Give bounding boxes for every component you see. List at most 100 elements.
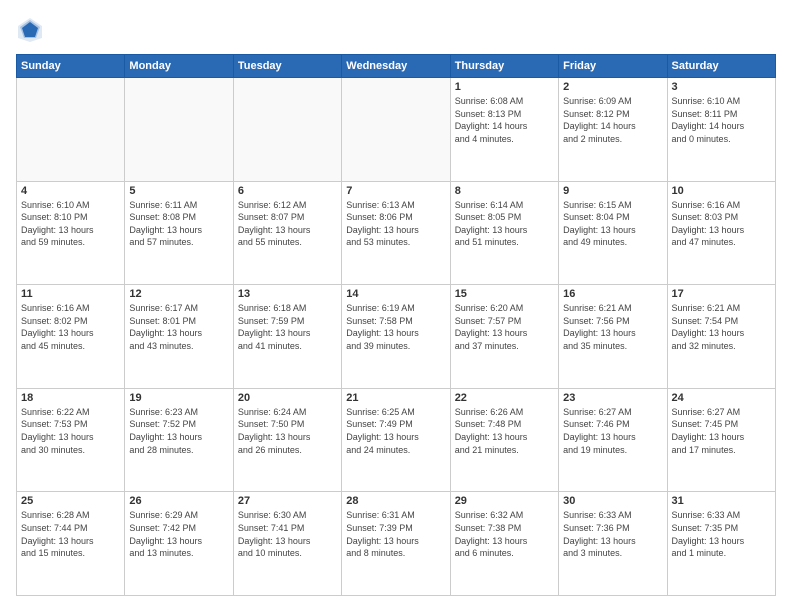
calendar-cell: 5 Sunrise: 6:11 AM Sunset: 8:08 PM Daylig… xyxy=(125,181,233,285)
calendar-cell: 10 Sunrise: 6:16 AM Sunset: 8:03 PM Dayli… xyxy=(667,181,775,285)
day-info: Sunrise: 6:12 AM Sunset: 8:07 PM Dayligh… xyxy=(238,199,337,249)
day-number: 13 xyxy=(238,288,337,300)
calendar-cell: 17 Sunrise: 6:21 AM Sunset: 7:54 PM Dayli… xyxy=(667,285,775,389)
day-info: Sunrise: 6:28 AM Sunset: 7:44 PM Dayligh… xyxy=(21,509,120,559)
weekday-header: Thursday xyxy=(450,55,558,78)
calendar-cell: 19 Sunrise: 6:23 AM Sunset: 7:52 PM Dayli… xyxy=(125,388,233,492)
day-info: Sunrise: 6:30 AM Sunset: 7:41 PM Dayligh… xyxy=(238,509,337,559)
day-number: 18 xyxy=(21,392,120,404)
weekday-header: Monday xyxy=(125,55,233,78)
calendar-cell: 2 Sunrise: 6:09 AM Sunset: 8:12 PM Daylig… xyxy=(559,78,667,182)
calendar-cell: 1 Sunrise: 6:08 AM Sunset: 8:13 PM Daylig… xyxy=(450,78,558,182)
calendar-cell: 18 Sunrise: 6:22 AM Sunset: 7:53 PM Dayli… xyxy=(17,388,125,492)
day-info: Sunrise: 6:25 AM Sunset: 7:49 PM Dayligh… xyxy=(346,406,445,456)
day-info: Sunrise: 6:14 AM Sunset: 8:05 PM Dayligh… xyxy=(455,199,554,249)
calendar-cell: 8 Sunrise: 6:14 AM Sunset: 8:05 PM Daylig… xyxy=(450,181,558,285)
weekday-header: Tuesday xyxy=(233,55,341,78)
calendar-cell: 16 Sunrise: 6:21 AM Sunset: 7:56 PM Dayli… xyxy=(559,285,667,389)
day-number: 7 xyxy=(346,185,445,197)
day-number: 8 xyxy=(455,185,554,197)
day-info: Sunrise: 6:10 AM Sunset: 8:11 PM Dayligh… xyxy=(672,95,771,145)
day-number: 2 xyxy=(563,81,662,93)
calendar-cell: 13 Sunrise: 6:18 AM Sunset: 7:59 PM Dayli… xyxy=(233,285,341,389)
calendar-cell: 15Sunrise: 6:20 AM Sunset: 7:57 PM Dayli… xyxy=(450,285,558,389)
weekday-row: SundayMondayTuesdayWednesdayThursdayFrid… xyxy=(17,55,776,78)
day-info: Sunrise: 6:10 AM Sunset: 8:10 PM Dayligh… xyxy=(21,199,120,249)
day-number: 29 xyxy=(455,495,554,507)
logo-icon xyxy=(16,16,44,44)
day-info: Sunrise: 6:27 AM Sunset: 7:46 PM Dayligh… xyxy=(563,406,662,456)
calendar-cell: 24Sunrise: 6:27 AM Sunset: 7:45 PM Dayli… xyxy=(667,388,775,492)
day-info: Sunrise: 6:20 AM Sunset: 7:57 PM Dayligh… xyxy=(455,302,554,352)
day-info: Sunrise: 6:16 AM Sunset: 8:03 PM Dayligh… xyxy=(672,199,771,249)
day-info: Sunrise: 6:21 AM Sunset: 7:56 PM Dayligh… xyxy=(563,302,662,352)
day-number: 16 xyxy=(563,288,662,300)
day-info: Sunrise: 6:15 AM Sunset: 8:04 PM Dayligh… xyxy=(563,199,662,249)
weekday-header: Wednesday xyxy=(342,55,450,78)
day-number: 23 xyxy=(563,392,662,404)
day-number: 10 xyxy=(672,185,771,197)
calendar-week-row: 11 Sunrise: 6:16 AM Sunset: 8:02 PM Dayli… xyxy=(17,285,776,389)
calendar-cell: 21 Sunrise: 6:25 AM Sunset: 7:49 PM Dayli… xyxy=(342,388,450,492)
calendar-cell: 23 Sunrise: 6:27 AM Sunset: 7:46 PM Dayli… xyxy=(559,388,667,492)
day-info: Sunrise: 6:32 AM Sunset: 7:38 PM Dayligh… xyxy=(455,509,554,559)
day-number: 14 xyxy=(346,288,445,300)
day-number: 11 xyxy=(21,288,120,300)
day-number: 17 xyxy=(672,288,771,300)
calendar-cell: 11 Sunrise: 6:16 AM Sunset: 8:02 PM Dayli… xyxy=(17,285,125,389)
day-number: 21 xyxy=(346,392,445,404)
calendar-cell: 6 Sunrise: 6:12 AM Sunset: 8:07 PM Daylig… xyxy=(233,181,341,285)
calendar-cell: 31Sunrise: 6:33 AM Sunset: 7:35 PM Dayli… xyxy=(667,492,775,596)
calendar-cell: 7 Sunrise: 6:13 AM Sunset: 8:06 PM Daylig… xyxy=(342,181,450,285)
day-info: Sunrise: 6:24 AM Sunset: 7:50 PM Dayligh… xyxy=(238,406,337,456)
day-info: Sunrise: 6:33 AM Sunset: 7:35 PM Dayligh… xyxy=(672,509,771,559)
day-info: Sunrise: 6:09 AM Sunset: 8:12 PM Dayligh… xyxy=(563,95,662,145)
day-info: Sunrise: 6:08 AM Sunset: 8:13 PM Dayligh… xyxy=(455,95,554,145)
day-number: 5 xyxy=(129,185,228,197)
day-info: Sunrise: 6:26 AM Sunset: 7:48 PM Dayligh… xyxy=(455,406,554,456)
day-info: Sunrise: 6:13 AM Sunset: 8:06 PM Dayligh… xyxy=(346,199,445,249)
day-number: 1 xyxy=(455,81,554,93)
day-number: 6 xyxy=(238,185,337,197)
weekday-header: Saturday xyxy=(667,55,775,78)
day-info: Sunrise: 6:23 AM Sunset: 7:52 PM Dayligh… xyxy=(129,406,228,456)
day-number: 30 xyxy=(563,495,662,507)
calendar-cell xyxy=(233,78,341,182)
day-info: Sunrise: 6:17 AM Sunset: 8:01 PM Dayligh… xyxy=(129,302,228,352)
day-info: Sunrise: 6:21 AM Sunset: 7:54 PM Dayligh… xyxy=(672,302,771,352)
day-info: Sunrise: 6:22 AM Sunset: 7:53 PM Dayligh… xyxy=(21,406,120,456)
page: SundayMondayTuesdayWednesdayThursdayFrid… xyxy=(0,0,792,612)
calendar-cell: 20 Sunrise: 6:24 AM Sunset: 7:50 PM Dayli… xyxy=(233,388,341,492)
calendar-cell xyxy=(125,78,233,182)
calendar-body: 1 Sunrise: 6:08 AM Sunset: 8:13 PM Daylig… xyxy=(17,78,776,596)
calendar-cell: 30Sunrise: 6:33 AM Sunset: 7:36 PM Dayli… xyxy=(559,492,667,596)
calendar-header: SundayMondayTuesdayWednesdayThursdayFrid… xyxy=(17,55,776,78)
day-number: 25 xyxy=(21,495,120,507)
weekday-header: Friday xyxy=(559,55,667,78)
day-info: Sunrise: 6:11 AM Sunset: 8:08 PM Dayligh… xyxy=(129,199,228,249)
calendar-week-row: 18 Sunrise: 6:22 AM Sunset: 7:53 PM Dayli… xyxy=(17,388,776,492)
day-number: 9 xyxy=(563,185,662,197)
calendar-week-row: 4 Sunrise: 6:10 AM Sunset: 8:10 PM Daylig… xyxy=(17,181,776,285)
calendar-cell: 25 Sunrise: 6:28 AM Sunset: 7:44 PM Dayli… xyxy=(17,492,125,596)
day-number: 19 xyxy=(129,392,228,404)
day-number: 20 xyxy=(238,392,337,404)
calendar-cell: 22 Sunrise: 6:26 AM Sunset: 7:48 PM Dayli… xyxy=(450,388,558,492)
calendar-cell xyxy=(342,78,450,182)
day-number: 28 xyxy=(346,495,445,507)
calendar-cell: 26Sunrise: 6:29 AM Sunset: 7:42 PM Dayli… xyxy=(125,492,233,596)
calendar-table: SundayMondayTuesdayWednesdayThursdayFrid… xyxy=(16,54,776,596)
day-number: 22 xyxy=(455,392,554,404)
calendar-cell: 4 Sunrise: 6:10 AM Sunset: 8:10 PM Daylig… xyxy=(17,181,125,285)
day-info: Sunrise: 6:29 AM Sunset: 7:42 PM Dayligh… xyxy=(129,509,228,559)
day-number: 12 xyxy=(129,288,228,300)
calendar-cell: 28 Sunrise: 6:31 AM Sunset: 7:39 PM Dayli… xyxy=(342,492,450,596)
day-info: Sunrise: 6:16 AM Sunset: 8:02 PM Dayligh… xyxy=(21,302,120,352)
calendar-cell: 29 Sunrise: 6:32 AM Sunset: 7:38 PM Dayli… xyxy=(450,492,558,596)
calendar-week-row: 25 Sunrise: 6:28 AM Sunset: 7:44 PM Dayli… xyxy=(17,492,776,596)
header xyxy=(16,16,776,44)
day-info: Sunrise: 6:18 AM Sunset: 7:59 PM Dayligh… xyxy=(238,302,337,352)
calendar-cell: 12 Sunrise: 6:17 AM Sunset: 8:01 PM Dayli… xyxy=(125,285,233,389)
day-info: Sunrise: 6:31 AM Sunset: 7:39 PM Dayligh… xyxy=(346,509,445,559)
day-number: 4 xyxy=(21,185,120,197)
